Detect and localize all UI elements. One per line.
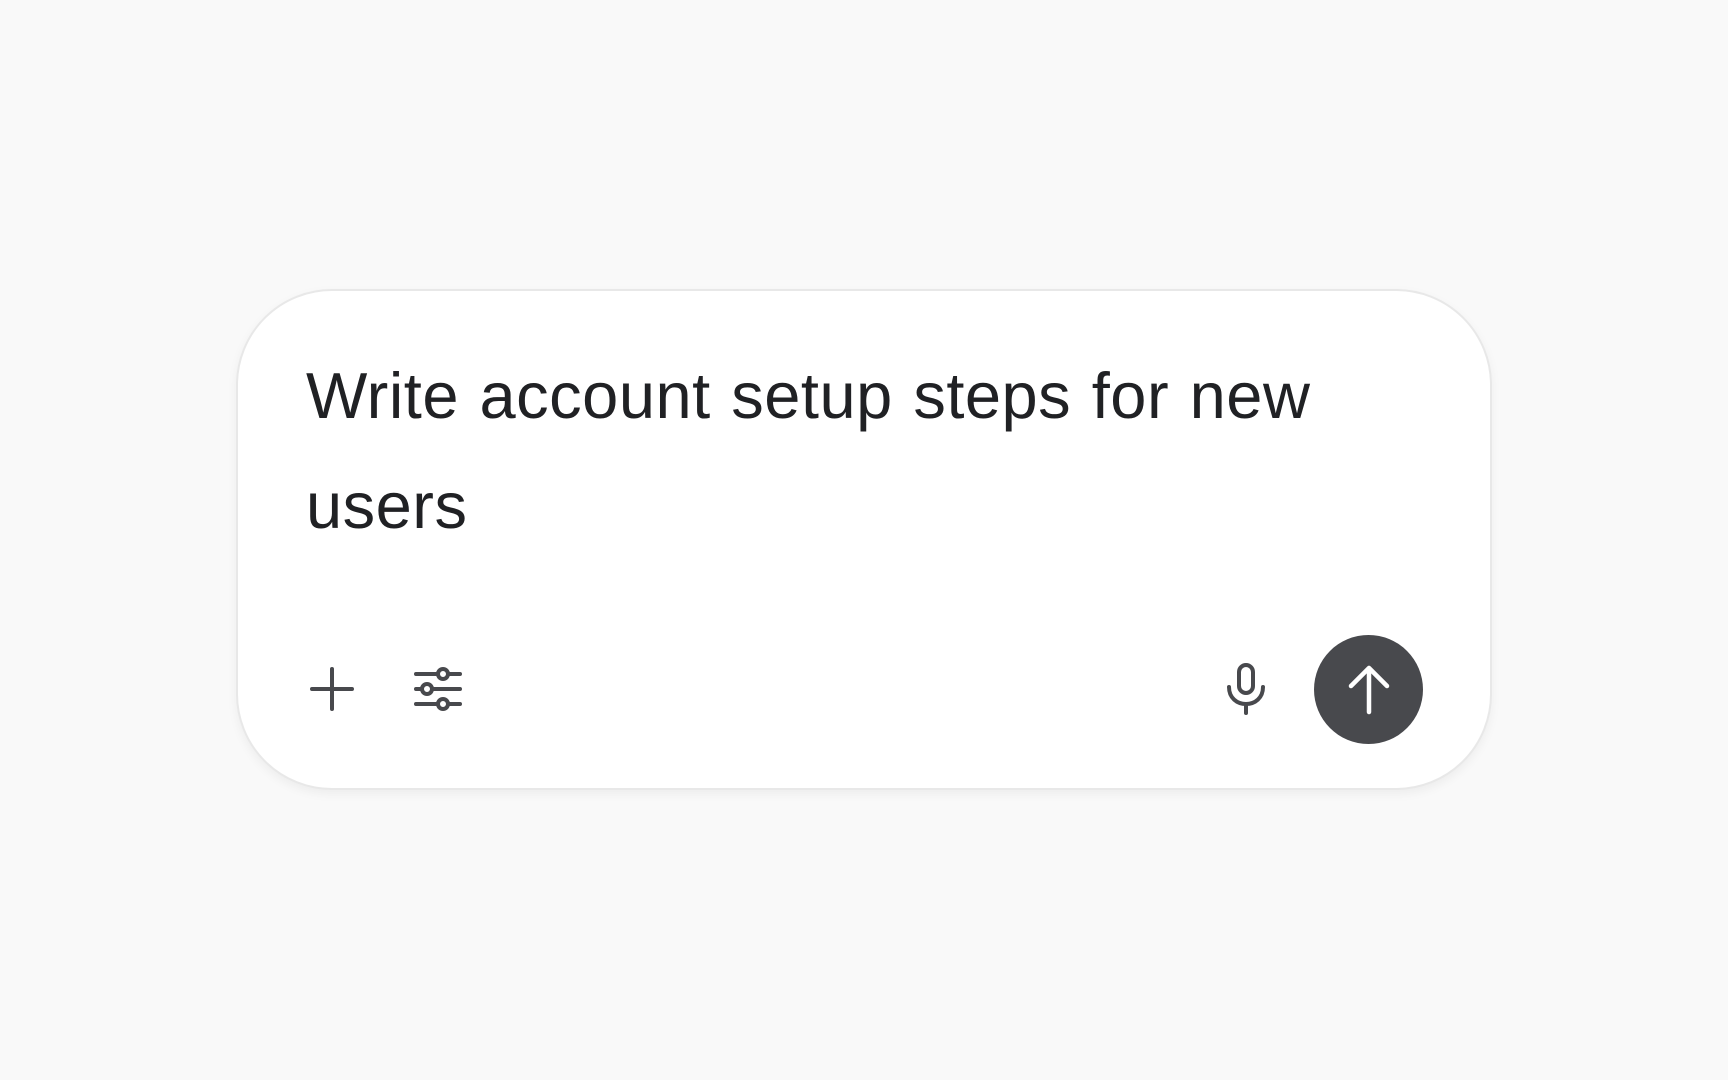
voice-input-button[interactable]: [1218, 661, 1274, 717]
add-attachment-button[interactable]: [304, 661, 360, 717]
microphone-icon: [1227, 663, 1265, 715]
tools-button[interactable]: [410, 661, 466, 717]
prompt-composer: Write account setup steps for new users: [236, 289, 1492, 790]
sliders-icon: [414, 667, 462, 711]
arrow-up-icon: [1348, 665, 1389, 714]
plus-icon: [310, 667, 354, 711]
prompt-input[interactable]: Write account setup steps for new users: [306, 341, 1346, 561]
send-button[interactable]: [1314, 635, 1423, 744]
